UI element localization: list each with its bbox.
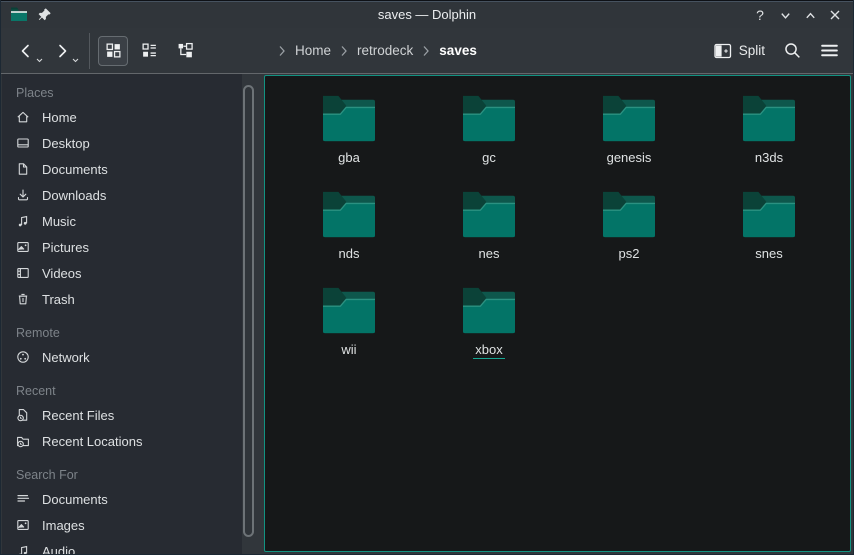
- breadcrumb-retrodeck[interactable]: retrodeck: [357, 43, 413, 58]
- folder-item-genesis[interactable]: genesis: [559, 94, 699, 190]
- maximize-button[interactable]: [802, 7, 818, 23]
- menu-button[interactable]: [820, 42, 839, 59]
- toolbar: Home retrodeck saves Split: [1, 28, 853, 74]
- close-button[interactable]: [827, 7, 843, 23]
- folder-label[interactable]: ps2: [617, 246, 642, 262]
- compact-view-button[interactable]: [134, 36, 164, 66]
- places-panel: Places Home Desktop Documents Downloads …: [2, 74, 242, 554]
- section-search-for: Search For: [2, 466, 242, 484]
- folder-label[interactable]: gba: [336, 150, 362, 166]
- sidebar-scrollbar[interactable]: [243, 85, 254, 537]
- image-icon: [15, 239, 31, 255]
- download-icon: [15, 187, 31, 203]
- recent-file-clock-icon: [15, 407, 31, 423]
- folder-icon: [598, 190, 660, 242]
- music-note-icon: [15, 543, 31, 554]
- folder-icon: [598, 94, 660, 146]
- film-icon: [15, 265, 31, 281]
- sidebar-item-trash[interactable]: Trash: [2, 286, 242, 312]
- sidebar-item-documents[interactable]: Documents: [2, 156, 242, 182]
- sidebar-item-home[interactable]: Home: [2, 104, 242, 130]
- back-button[interactable]: [13, 38, 39, 64]
- folder-grid: gba gc genesis n3ds nds nes: [265, 76, 850, 382]
- sidebar-item-videos[interactable]: Videos: [2, 260, 242, 286]
- section-places: Places: [2, 84, 242, 102]
- sidebar-item-desktop[interactable]: Desktop: [2, 130, 242, 156]
- folder-label[interactable]: snes: [753, 246, 784, 262]
- folder-label[interactable]: nes: [477, 246, 502, 262]
- sidebar-item-search-audio[interactable]: Audio: [2, 538, 242, 554]
- folder-label[interactable]: wii: [339, 342, 358, 358]
- folder-icon: [318, 190, 380, 242]
- sidebar-item-search-documents[interactable]: Documents: [2, 486, 242, 512]
- sidebar-item-recent-files[interactable]: Recent Files: [2, 402, 242, 428]
- section-remote: Remote: [2, 324, 242, 342]
- help-button[interactable]: ?: [752, 7, 768, 23]
- window-title: saves — Dolphin: [1, 7, 853, 22]
- document-icon: [15, 161, 31, 177]
- sidebar-item-network[interactable]: Network: [2, 344, 242, 370]
- sidebar-item-downloads[interactable]: Downloads: [2, 182, 242, 208]
- folder-icon: [458, 286, 520, 338]
- trash-icon: [15, 291, 31, 307]
- minimize-button[interactable]: [777, 7, 793, 23]
- back-history-caret-icon[interactable]: [36, 58, 43, 63]
- folder-label-hovered[interactable]: xbox: [473, 342, 504, 359]
- text-lines-icon: [15, 491, 31, 507]
- chevron-right-icon: [278, 45, 286, 57]
- sidebar-item-pictures[interactable]: Pictures: [2, 234, 242, 260]
- folder-item-n3ds[interactable]: n3ds: [699, 94, 839, 190]
- desktop-icon: [15, 135, 31, 151]
- forward-history-caret-icon[interactable]: [72, 58, 79, 63]
- breadcrumb: Home retrodeck saves: [278, 43, 477, 58]
- breadcrumb-current[interactable]: saves: [439, 43, 477, 58]
- breadcrumb-home[interactable]: Home: [295, 43, 331, 58]
- hamburger-menu-icon: [820, 42, 839, 59]
- folder-item-wii[interactable]: wii: [279, 286, 419, 382]
- chevron-right-icon: [340, 45, 348, 57]
- folder-label[interactable]: gc: [480, 150, 498, 166]
- folder-view[interactable]: gba gc genesis n3ds nds nes: [264, 75, 851, 552]
- split-view-icon: [714, 43, 732, 59]
- folder-icon: [318, 94, 380, 146]
- folder-icon: [458, 94, 520, 146]
- folder-icon: [458, 190, 520, 242]
- folder-label[interactable]: n3ds: [753, 150, 785, 166]
- toolbar-separator: [89, 33, 90, 69]
- folder-label[interactable]: nds: [337, 246, 362, 262]
- chevron-right-icon: [422, 45, 430, 57]
- folder-item-nes[interactable]: nes: [419, 190, 559, 286]
- recent-folder-clock-icon: [15, 433, 31, 449]
- icons-view-button[interactable]: [98, 36, 128, 66]
- folder-item-gba[interactable]: gba: [279, 94, 419, 190]
- folder-item-xbox[interactable]: xbox: [419, 286, 559, 382]
- forward-button[interactable]: [49, 38, 75, 64]
- titlebar[interactable]: saves — Dolphin ?: [1, 0, 853, 28]
- music-note-icon: [15, 213, 31, 229]
- dolphin-window: saves — Dolphin ?: [0, 0, 854, 555]
- folder-item-nds[interactable]: nds: [279, 190, 419, 286]
- folder-label[interactable]: genesis: [605, 150, 654, 166]
- details-tree-view-button[interactable]: [170, 36, 200, 66]
- search-button[interactable]: [783, 41, 802, 60]
- folder-icon: [738, 94, 800, 146]
- folder-item-snes[interactable]: snes: [699, 190, 839, 286]
- sidebar-item-search-images[interactable]: Images: [2, 512, 242, 538]
- sidebar-item-music[interactable]: Music: [2, 208, 242, 234]
- folder-icon: [318, 286, 380, 338]
- sidebar-item-recent-locations[interactable]: Recent Locations: [2, 428, 242, 454]
- split-button[interactable]: Split: [714, 43, 765, 59]
- folder-item-gc[interactable]: gc: [419, 94, 559, 190]
- section-recent: Recent: [2, 382, 242, 400]
- folder-icon: [738, 190, 800, 242]
- home-icon: [15, 109, 31, 125]
- image-icon: [15, 517, 31, 533]
- search-icon: [783, 41, 802, 60]
- network-globe-icon: [15, 349, 31, 365]
- folder-item-ps2[interactable]: ps2: [559, 190, 699, 286]
